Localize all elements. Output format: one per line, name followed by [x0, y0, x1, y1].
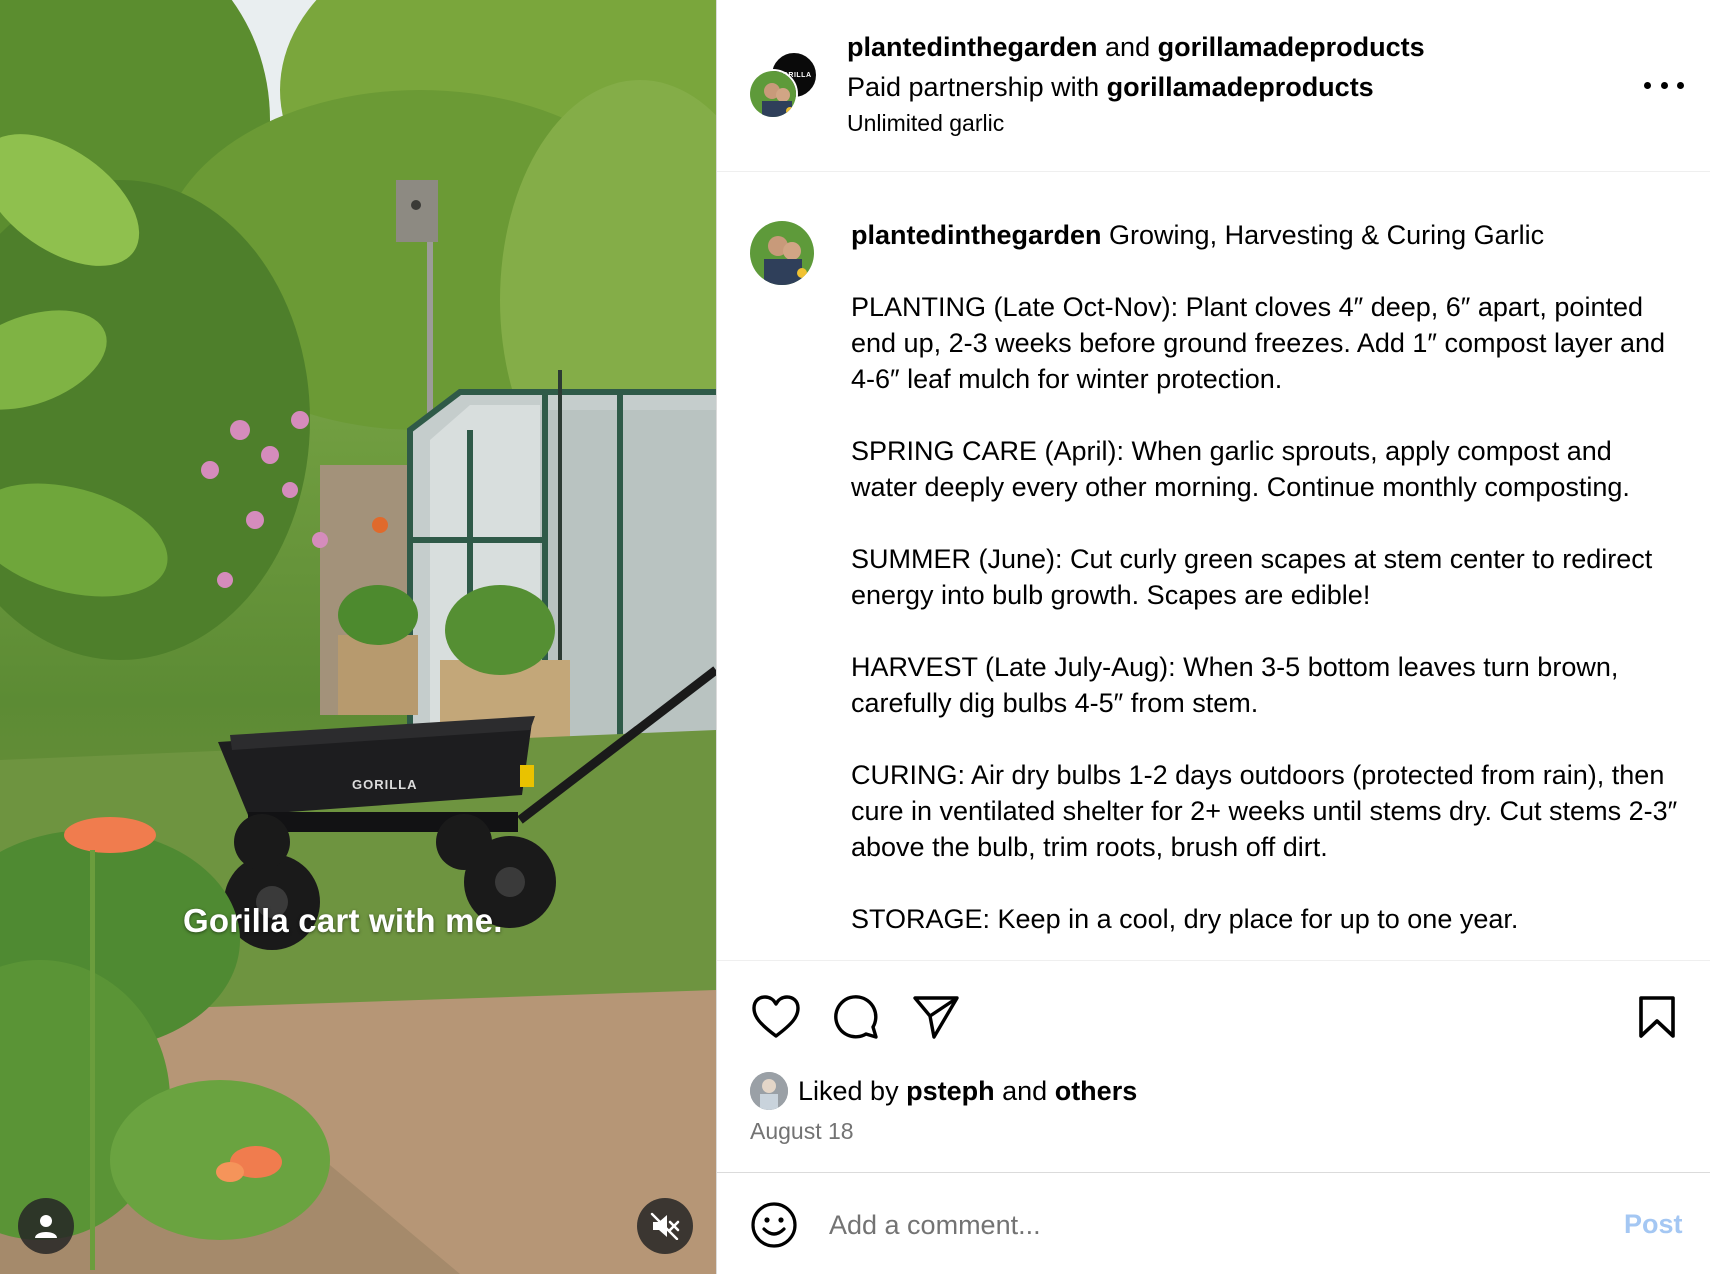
user-icon	[35, 1215, 57, 1238]
caption-paragraph: PLANTING (Late Oct-Nov): Plant cloves 4″…	[851, 292, 1666, 394]
speaker-muted-icon	[650, 1212, 680, 1240]
more-horizontal-icon	[1644, 81, 1651, 89]
coauthor-username-link[interactable]: gorillamadeproducts	[1158, 32, 1425, 62]
audio-link[interactable]: Unlimited garlic	[847, 110, 1004, 137]
post-header: GORILLA plantedinthegarden and gorillama…	[717, 0, 1710, 172]
liked-by-others-link[interactable]: others	[1055, 1076, 1138, 1107]
comment-bar: Post	[717, 1172, 1710, 1274]
liker-avatar[interactable]	[750, 1072, 788, 1110]
partnership-prefix: Paid partnership with	[847, 72, 1100, 102]
heart-icon	[752, 995, 800, 1038]
user-tag-button[interactable]	[18, 1198, 74, 1254]
caption-first-line: plantedinthegarden Growing, Harvesting &…	[851, 217, 1681, 253]
author-avatar[interactable]	[748, 69, 798, 119]
bookmark-icon	[1639, 996, 1675, 1038]
garden-scene-image	[0, 0, 716, 1274]
cart-brand-label: GORILLA	[352, 777, 418, 792]
caption-paragraph: SUMMER (June): Cut curly green scapes at…	[851, 544, 1653, 610]
post-media-video[interactable]: GORILLA Gorilla cart with me.	[0, 0, 716, 1274]
author-avatar-image	[750, 71, 796, 117]
comment-icon	[834, 995, 878, 1039]
caption-username-link[interactable]: plantedinthegarden	[851, 220, 1102, 250]
more-options-button[interactable]	[1644, 70, 1684, 100]
author-username-link[interactable]: plantedinthegarden	[847, 32, 1098, 62]
like-button[interactable]	[750, 991, 802, 1043]
liker-username-link[interactable]: psteph	[906, 1076, 995, 1107]
mute-button[interactable]	[637, 1198, 693, 1254]
post-authors: plantedinthegarden and gorillamadeproduc…	[847, 32, 1425, 63]
partnership-brand-link[interactable]: gorillamadeproducts	[1107, 72, 1374, 102]
caption-paragraph: SPRING CARE (April): When garlic sprouts…	[851, 436, 1630, 502]
comment-button[interactable]	[830, 991, 882, 1043]
liked-by-joiner: and	[1002, 1075, 1048, 1106]
post-detail-panel: GORILLA plantedinthegarden and gorillama…	[717, 0, 1710, 1274]
author-avatars[interactable]: GORILLA	[748, 49, 818, 121]
paid-partnership-label: Paid partnership with gorillamadeproduct…	[847, 72, 1374, 103]
caption-paragraph: CURING: Air dry bulbs 1-2 days outdoors …	[851, 760, 1678, 862]
authors-joiner: and	[1105, 32, 1151, 62]
likes-summary: Liked by psteph and others	[750, 1071, 1137, 1111]
post-actions: Liked by psteph and others August 18	[717, 960, 1710, 1170]
liker-avatar-image	[750, 1072, 788, 1110]
emoji-button[interactable]	[750, 1201, 798, 1249]
caption-scroll-area[interactable]: plantedinthegarden Growing, Harvesting &…	[717, 173, 1710, 960]
video-caption-overlay: Gorilla cart with me.	[183, 902, 503, 939]
caption-avatar-image	[750, 221, 814, 285]
caption-title: Growing, Harvesting & Curing Garlic	[1109, 220, 1545, 250]
caption-text: plantedinthegarden Growing, Harvesting &…	[851, 217, 1681, 960]
post-date[interactable]: August 18	[750, 1118, 854, 1145]
caption-paragraph: STORAGE: Keep in a cool, dry place for u…	[851, 904, 1519, 934]
post-comment-button[interactable]: Post	[1624, 1209, 1683, 1240]
smiley-icon	[751, 1202, 797, 1248]
caption-paragraph: HARVEST (Late July-Aug): When 3-5 bottom…	[851, 652, 1619, 718]
comment-input[interactable]	[829, 1201, 1529, 1249]
save-button[interactable]	[1631, 991, 1683, 1043]
liked-by-prefix: Liked by	[798, 1075, 899, 1106]
share-button[interactable]	[910, 991, 962, 1043]
paper-plane-icon	[913, 996, 959, 1039]
caption-author-avatar[interactable]	[750, 221, 814, 285]
